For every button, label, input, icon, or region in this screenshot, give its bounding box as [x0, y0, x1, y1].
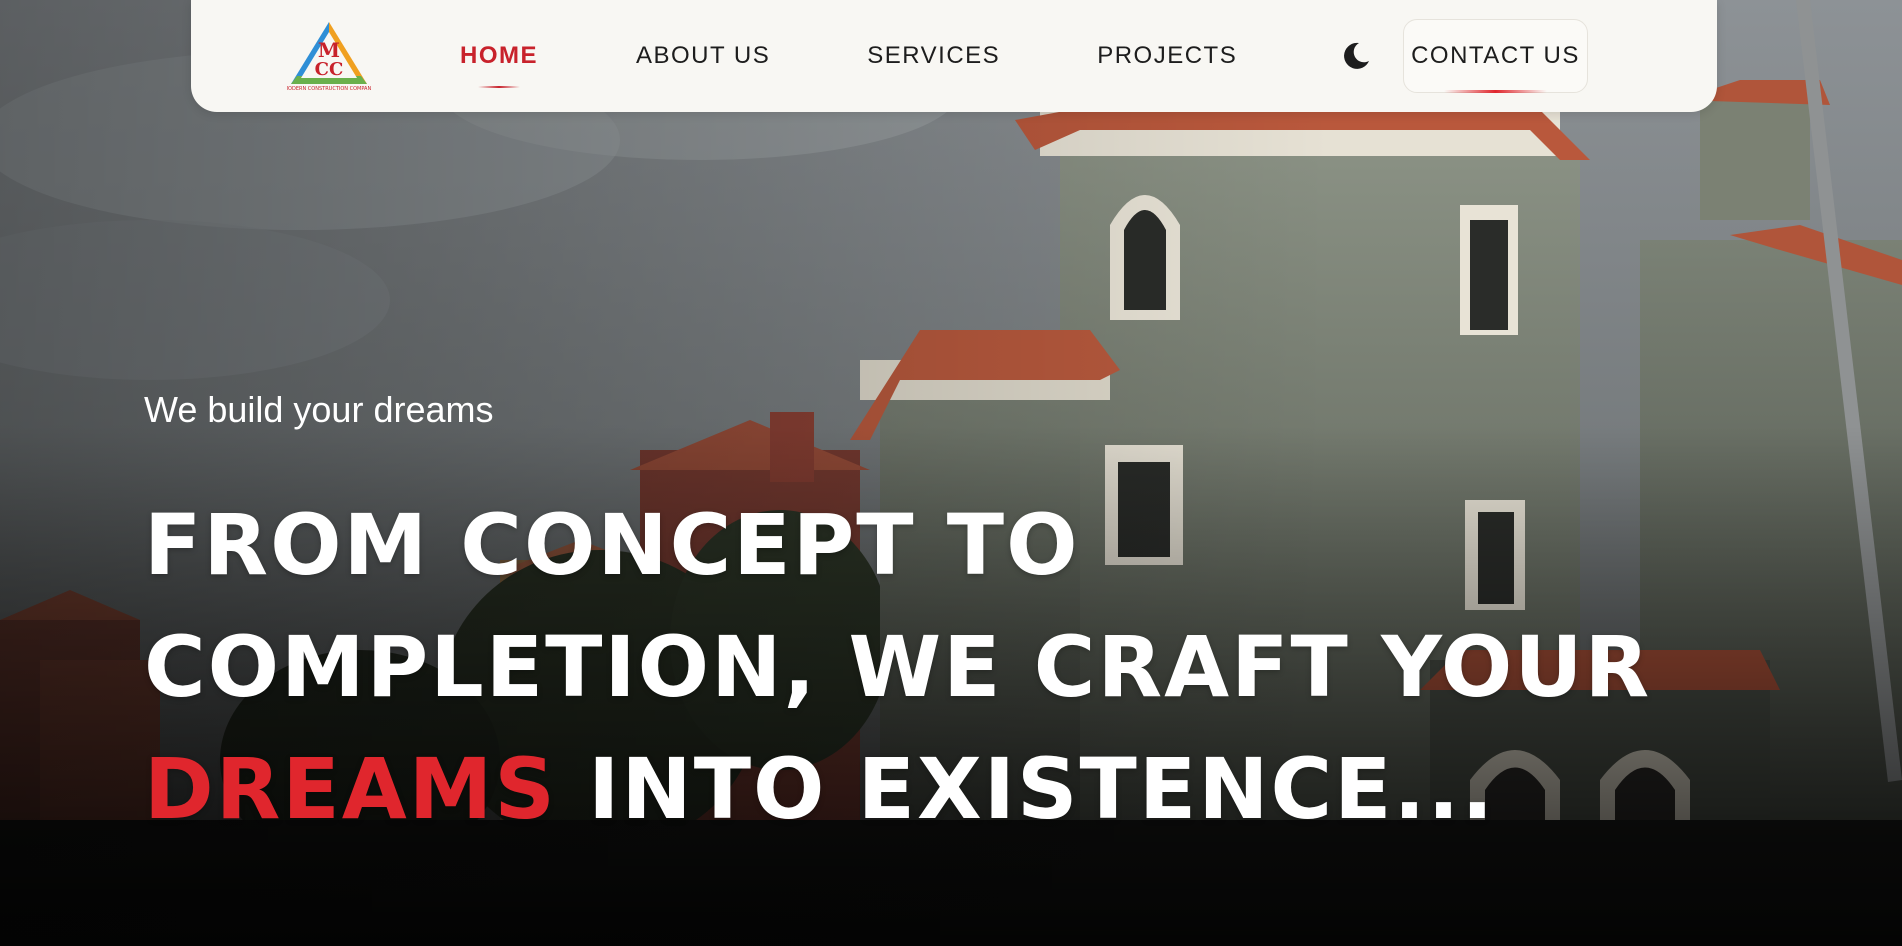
headline-line-3: DREAMS INTO EXISTENCE... — [144, 728, 1644, 850]
nav-about-link[interactable]: ABOUT US — [636, 42, 770, 70]
headline-accent-word: DREAMS — [144, 740, 557, 838]
headline-line-2: COMPLETION, WE CRAFT YOUR — [144, 618, 1652, 716]
svg-text:MODERN CONSTRUCTION COMPANY: MODERN CONSTRUCTION COMPANY — [287, 86, 371, 92]
contact-us-button[interactable]: CONTACT US — [1403, 19, 1588, 93]
hero-tagline: We build your dreams — [144, 389, 494, 430]
moon-icon[interactable] — [1339, 39, 1373, 73]
svg-text:CC: CC — [315, 59, 344, 80]
hero-section: M CC MODERN CONSTRUCTION COMPANY HOME AB… — [0, 0, 1902, 946]
headline-line-1: FROM CONCEPT TO — [144, 496, 1080, 594]
hero-headline: FROM CONCEPT TO COMPLETION, WE CRAFT YOU… — [144, 484, 1652, 850]
nav-services-link[interactable]: SERVICES — [867, 42, 1000, 70]
hero-content: We build your dreams FROM CONCEPT TO COM… — [144, 380, 1652, 850]
top-navbar: M CC MODERN CONSTRUCTION COMPANY HOME AB… — [191, 0, 1717, 112]
headline-line-3-rest: INTO EXISTENCE... — [556, 740, 1496, 838]
nav-projects-link[interactable]: PROJECTS — [1097, 42, 1237, 70]
nav-links: HOME ABOUT US SERVICES PROJECTS — [460, 0, 1237, 112]
nav-home-link[interactable]: HOME — [460, 42, 538, 88]
company-logo[interactable]: M CC MODERN CONSTRUCTION COMPANY — [287, 20, 371, 92]
